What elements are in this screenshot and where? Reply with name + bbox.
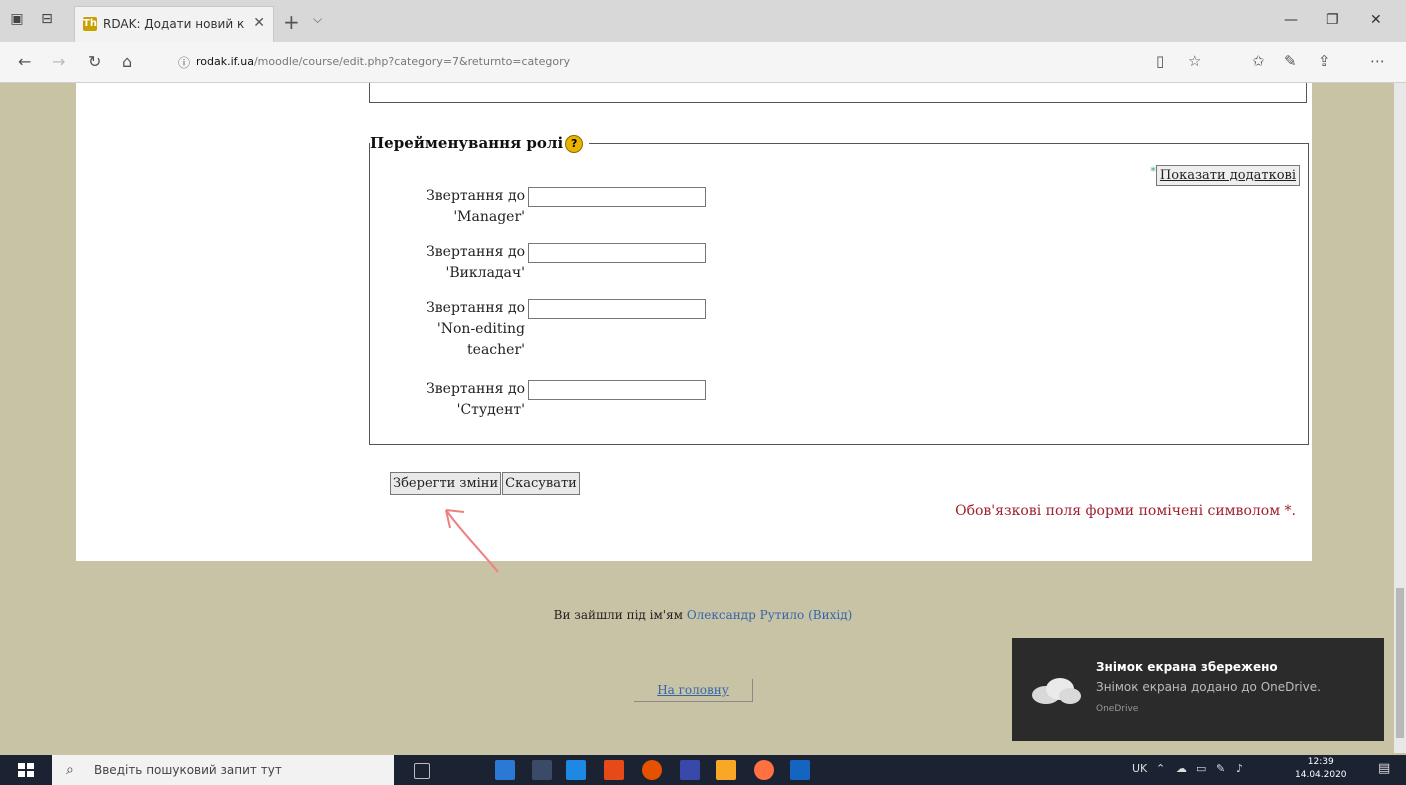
new-tab-icon[interactable]: + bbox=[283, 10, 300, 34]
taskbar-search-box[interactable]: ⌕ Введіть пошуковий запит тут bbox=[52, 755, 394, 785]
pen-icon[interactable]: ✎ bbox=[1284, 52, 1297, 70]
network-icon[interactable]: ▭ bbox=[1196, 762, 1206, 775]
notifications-icon[interactable]: ▤ bbox=[1378, 761, 1390, 776]
section-legend: Перейменування ролі? bbox=[370, 134, 589, 153]
minimize-icon[interactable]: — bbox=[1284, 12, 1298, 28]
photos-app-icon[interactable] bbox=[680, 760, 700, 780]
address-bar-row: ← → ↻ ⌂ ⓘ rodak.if.ua/moodle/course/edit… bbox=[0, 42, 1406, 83]
language-indicator[interactable]: UK bbox=[1132, 762, 1147, 775]
browser-tab[interactable]: Th RDAK: Додати новий к ✕ bbox=[74, 6, 274, 42]
url-field[interactable]: rodak.if.ua/moodle/course/edit.php?categ… bbox=[196, 51, 996, 73]
home-link[interactable]: На головну bbox=[634, 679, 753, 702]
previous-section-box bbox=[369, 83, 1307, 103]
notification-body: Знімок екрана додано до OneDrive. bbox=[1096, 680, 1321, 694]
browser-tab-bar: ▣ ⊟ Th RDAK: Додати новий к ✕ + ⌵ — ❐ ✕ bbox=[0, 0, 1406, 42]
share-icon[interactable]: ⇪ bbox=[1318, 52, 1331, 70]
cloud-icon bbox=[1032, 678, 1081, 704]
windows-start-icon[interactable] bbox=[18, 763, 34, 777]
forward-icon[interactable]: → bbox=[52, 52, 65, 71]
role-field-label: Звертання до 'Студент' bbox=[426, 381, 525, 418]
notification-title: Знімок екрана збережено bbox=[1096, 660, 1278, 674]
restore-icon[interactable]: ❐ bbox=[1326, 12, 1339, 28]
page-content: Перейменування ролі? * Показати додаткові… bbox=[76, 83, 1312, 561]
paint-app-icon[interactable] bbox=[642, 760, 662, 780]
edge-app-icon[interactable] bbox=[495, 760, 515, 780]
tab-title: RDAK: Додати новий к bbox=[103, 17, 245, 31]
onedrive-tray-icon[interactable]: ☁ bbox=[1176, 762, 1187, 775]
office-app-icon[interactable] bbox=[604, 760, 624, 780]
favorite-star-icon[interactable]: ☆ bbox=[1188, 52, 1201, 70]
site-info-icon[interactable]: ⓘ bbox=[178, 54, 190, 71]
tab-close-icon[interactable]: ✕ bbox=[253, 15, 265, 31]
mail-app-icon[interactable] bbox=[566, 760, 586, 780]
store-app-icon[interactable] bbox=[532, 760, 552, 780]
site-favicon-icon: Th bbox=[83, 17, 97, 31]
cancel-button[interactable]: Скасувати bbox=[502, 472, 580, 495]
annotation-arrow bbox=[445, 509, 499, 573]
role-name-input-teacher[interactable] bbox=[528, 243, 706, 263]
chevron-down-icon[interactable]: ⌵ bbox=[313, 12, 322, 27]
user-profile-link[interactable]: Олександр Рутило bbox=[687, 608, 804, 622]
notification-source: OneDrive bbox=[1096, 704, 1139, 714]
onedrive-notification[interactable]: Знімок екрана збережено Знімок екрана до… bbox=[1012, 638, 1384, 741]
firefox-app-icon[interactable] bbox=[754, 760, 774, 780]
more-icon[interactable]: ⋯ bbox=[1370, 52, 1385, 70]
role-field-label: Звертання до 'Викладач' bbox=[426, 244, 525, 281]
form-buttons: Зберегти зміни Скасувати bbox=[390, 472, 581, 495]
pen-workspace-icon[interactable]: ✎ bbox=[1216, 762, 1225, 775]
role-field-label: Звертання до 'Non-editing teacher' bbox=[426, 300, 525, 358]
volume-icon[interactable]: ♪ bbox=[1236, 762, 1243, 775]
window-close-icon[interactable]: ✕ bbox=[1370, 12, 1382, 28]
logged-in-info: Ви зайшли під ім'ям Олександр Рутило (Ви… bbox=[553, 608, 853, 622]
search-icon: ⌕ bbox=[66, 762, 74, 778]
tab-actions-icon[interactable]: ▣ bbox=[8, 10, 26, 28]
logout-link[interactable]: (Вихід) bbox=[808, 608, 852, 622]
show-more-button[interactable]: Показати додаткові bbox=[1155, 165, 1300, 186]
role-renaming-fieldset: Перейменування ролі? * Показати додаткові… bbox=[369, 134, 1309, 445]
role-name-input-manager[interactable] bbox=[528, 187, 706, 207]
role-field-label: Звертання до 'Manager' bbox=[426, 188, 525, 225]
required-fields-note: Обов'язкові поля форми помічені символом… bbox=[955, 503, 1296, 519]
save-changes-button[interactable]: Зберегти зміни bbox=[390, 472, 502, 495]
back-icon[interactable]: ← bbox=[18, 52, 31, 71]
task-view-icon[interactable] bbox=[414, 763, 430, 779]
help-icon[interactable]: ? bbox=[565, 135, 584, 153]
favorites-icon[interactable]: ✩ bbox=[1252, 52, 1265, 70]
show-more-container: * Показати додаткові bbox=[1150, 165, 1300, 186]
set-tabs-aside-icon[interactable]: ⊟ bbox=[38, 10, 56, 28]
scrollbar-thumb[interactable] bbox=[1396, 588, 1404, 738]
role-name-input-student[interactable] bbox=[528, 380, 706, 400]
refresh-icon[interactable]: ↻ bbox=[88, 52, 101, 71]
tray-chevron-icon[interactable]: ⌃ bbox=[1156, 762, 1165, 775]
page-scrollbar[interactable] bbox=[1394, 83, 1406, 753]
file-explorer-icon[interactable] bbox=[716, 760, 736, 780]
word-app-icon[interactable] bbox=[790, 760, 810, 780]
reading-view-icon[interactable]: ▯ bbox=[1156, 52, 1164, 70]
system-clock[interactable]: 12:39 14.04.2020 bbox=[1295, 756, 1347, 782]
windows-taskbar: ⌕ Введіть пошуковий запит тут UK ⌃ ☁ ▭ ✎… bbox=[0, 755, 1406, 785]
role-name-input-non-editing-teacher[interactable] bbox=[528, 299, 706, 319]
home-icon[interactable]: ⌂ bbox=[122, 52, 132, 71]
